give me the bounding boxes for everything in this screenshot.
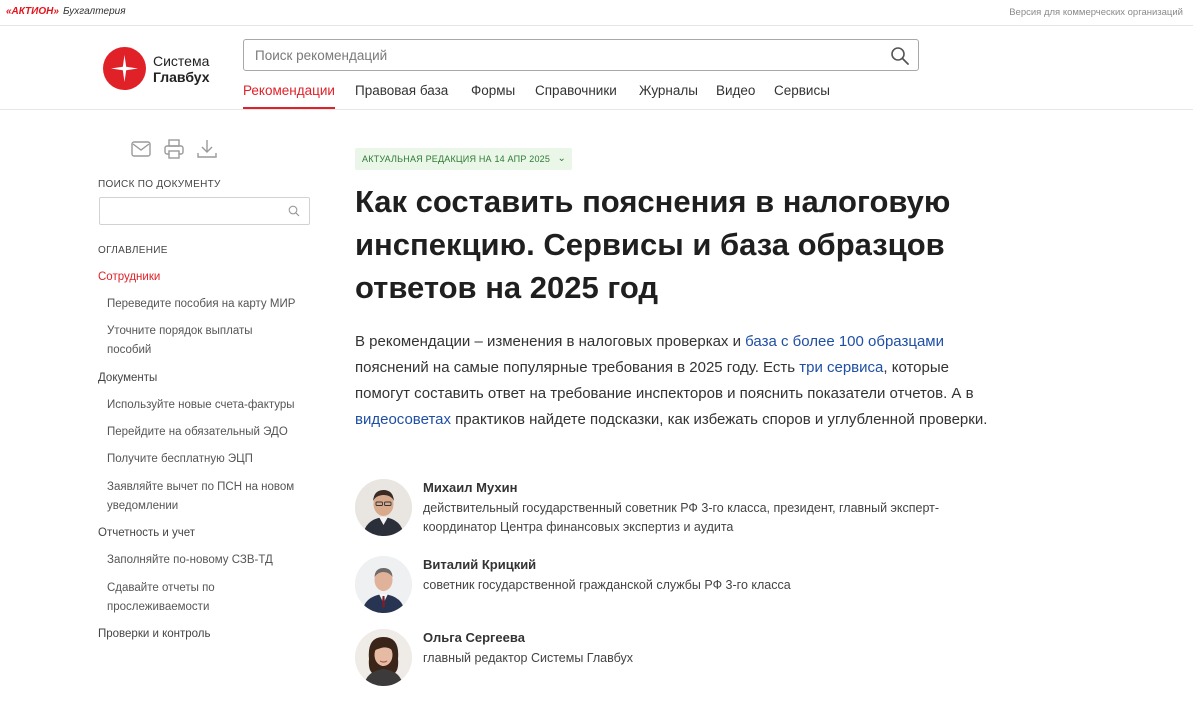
toc-item[interactable]: Перейдите на обязательный ЭДО [107,423,317,442]
download-icon[interactable] [196,138,218,160]
nav-legal-base[interactable]: Правовая база [355,83,448,109]
toc-item-employees[interactable]: Сотрудники [98,268,160,287]
nav-references[interactable]: Справочники [535,83,617,109]
toc-item-inspections[interactable]: Проверки и контроль [98,625,211,644]
avatar[interactable] [355,629,412,686]
nav-journals[interactable]: Журналы [639,83,698,109]
toc-item-documents[interactable]: Документы [98,369,157,388]
search-icon[interactable] [890,46,910,66]
edition-badge[interactable]: АКТУАЛЬНАЯ РЕДАКЦИЯ НА 14 АПР 2025 ⌄ [355,148,573,170]
samples-base-link[interactable]: база с более 100 образцами [745,333,944,350]
author-name[interactable]: Михаил Мухин [423,480,517,495]
author-role: действительный государственный советник … [423,501,940,534]
lead-text: В рекомендации – изменения в налоговых п… [355,333,746,350]
toc-item[interactable]: Переведите пособия на карту МИР [107,295,317,314]
search-icon[interactable] [288,205,300,217]
nav-video[interactable]: Видео [716,83,755,109]
toc-item[interactable]: Сдавайте отчеты по прослеживаемости [107,579,247,617]
logo-text-line1[interactable]: Система [153,53,209,69]
aktion-logo[interactable]: «АКТИОН» [6,6,59,17]
nav-forms[interactable]: Формы [471,83,515,109]
doc-search-box [99,197,310,225]
author-role: советник государственной гражданской слу… [423,578,791,592]
author-card: Михаил Мухин действительный государствен… [355,479,995,539]
chevron-down-icon: ⌄ [557,153,567,164]
video-tips-link[interactable]: видеосоветах [355,411,451,428]
toc-item[interactable]: Используйте новые счета-фактуры [107,396,317,415]
article-lead: В рекомендации – изменения в налоговых п… [355,329,995,433]
author-card: Ольга Сергеева главный редактор Системы … [355,629,995,689]
avatar[interactable] [355,556,412,613]
toc-item-reporting[interactable]: Отчетность и учет [98,524,195,543]
site-header: Система Главбух Рекомендации Правовая ба… [0,27,1193,110]
avatar[interactable] [355,479,412,536]
logo-text-line2[interactable]: Главбух [153,69,210,85]
lead-text: пояснений на самые популярные требования… [355,359,800,376]
lead-text: практиков найдете подсказки, как избежат… [450,411,988,428]
commercial-version-link[interactable]: Версия для коммерческих организаций [1009,7,1183,18]
toc-label: ОГЛАВЛЕНИЕ [98,245,168,256]
nav-services[interactable]: Сервисы [774,83,830,109]
author-card: Виталий Крицкий советник государственной… [355,556,995,616]
doc-search-label: ПОИСК ПО ДОКУМЕНТУ [98,179,221,190]
toc-item[interactable]: Заполняйте по-новому СЗВ-ТД [107,551,317,570]
author-name[interactable]: Виталий Крицкий [423,557,536,572]
three-services-link[interactable]: три сервиса [799,359,883,376]
author-name[interactable]: Ольга Сергеева [423,630,525,645]
mail-icon[interactable] [130,138,152,160]
author-role: главный редактор Системы Главбух [423,651,634,665]
toc-item[interactable]: Заявляйте вычет по ПСН на новом уведомле… [107,478,312,516]
recommendation-search [243,39,919,71]
article-title: Как составить пояснения в налоговую инсп… [355,184,951,305]
doc-search-input[interactable] [100,198,280,224]
toc-item[interactable]: Уточните порядок выплаты пособий [107,322,282,360]
search-input[interactable] [244,40,874,70]
nav-recommendations[interactable]: Рекомендации [243,83,335,109]
toc-item[interactable]: Получите бесплатную ЭЦП [107,450,317,469]
top-strip: «АКТИОН» Бухгалтерия Версия для коммерче… [0,0,1193,26]
edition-badge-text: АКТУАЛЬНАЯ РЕДАКЦИЯ НА 14 АПР 2025 [362,154,551,164]
print-icon[interactable] [163,138,185,160]
section-name[interactable]: Бухгалтерия [63,6,126,17]
glavbukh-logo-icon[interactable] [103,47,146,90]
